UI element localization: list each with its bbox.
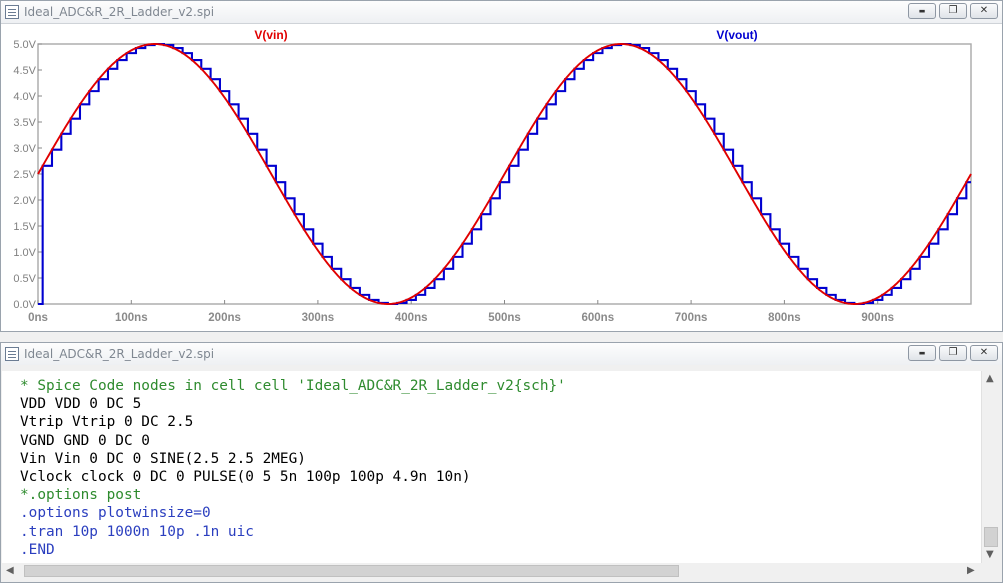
x-tick-label: 300ns [302, 312, 335, 324]
restore-button[interactable]: ❐ [939, 3, 967, 19]
horizontal-scroll-thumb[interactable] [24, 565, 679, 577]
y-tick-label: 3.0V [13, 143, 36, 155]
y-tick-label: 4.5V [13, 65, 36, 77]
vertical-scroll-thumb[interactable] [984, 527, 998, 547]
scroll-left-icon[interactable]: ◀ [6, 565, 14, 576]
y-tick-label: 0.0V [13, 299, 36, 311]
y-tick-label: 5.0V [13, 39, 36, 51]
restore-icon: ❐ [948, 5, 958, 16]
y-tick-label: 3.5V [13, 117, 36, 129]
code-line: .END [20, 541, 55, 558]
code-line: Vclock clock 0 DC 0 PULSE(0 5 5n 100p 10… [20, 468, 471, 485]
x-tick-label: 500ns [488, 312, 521, 324]
code-line: Vtrip Vtrip 0 DC 2.5 [20, 414, 194, 431]
code-line: .options plotwinsize=0 [20, 505, 211, 522]
legend-label[interactable]: V(vin) [254, 28, 287, 42]
waveform-chart[interactable]: 0.0V 0.5V 1.0V 1.5V 2.0V 2.5V 3.0V 3.5V 4.0V 4.5V… [1, 24, 1002, 332]
close-button[interactable]: ✕ [970, 345, 998, 361]
code-line: VGND GND 0 DC 0 [20, 432, 150, 449]
scroll-right-icon[interactable]: ▶ [967, 565, 975, 576]
plot-window-titlebar[interactable]: Ideal_ADC&R_2R_Ladder_v2.spi ▬ ❐ ✕ [1, 1, 1002, 23]
restore-icon: ❐ [948, 347, 958, 358]
spice-code-editor[interactable]: * Spice Code nodes in cell cell 'Ideal_A… [2, 371, 982, 563]
x-tick-label: 700ns [675, 312, 708, 324]
code-line: .tran 10p 1000n 10p .1n uic [20, 523, 254, 540]
code-window: Ideal_ADC&R_2R_Ladder_v2.spi ▬ ❐ ✕ * Spi… [0, 342, 1003, 583]
legend-label[interactable]: V(vout) [716, 28, 757, 42]
code-window-title: Ideal_ADC&R_2R_Ladder_v2.spi [24, 347, 215, 361]
y-tick-label: 1.5V [13, 221, 36, 233]
close-button[interactable]: ✕ [970, 3, 998, 19]
x-tick-label: 100ns [115, 312, 148, 324]
code-window-titlebar[interactable]: Ideal_ADC&R_2R_Ladder_v2.spi ▬ ❐ ✕ [1, 343, 1002, 365]
minimize-icon: ▬ [918, 6, 926, 15]
close-icon: ✕ [979, 5, 989, 16]
x-tick-label: 0ns [28, 312, 48, 324]
close-icon: ✕ [979, 347, 989, 358]
code-line: VDD VDD 0 DC 5 [20, 396, 142, 413]
waveform-file-icon [5, 5, 19, 19]
code-window-controls: ▬ ❐ ✕ [908, 345, 998, 361]
x-tick-label: 600ns [581, 312, 614, 324]
code-line: * Spice Code nodes in cell cell 'Ideal_A… [20, 378, 566, 394]
minimize-icon: ▬ [918, 348, 926, 357]
x-tick-label: 200ns [208, 312, 241, 324]
x-tick-label: 400ns [395, 312, 428, 324]
y-tick-label: 1.0V [13, 247, 36, 259]
scroll-up-icon[interactable]: ▲ [986, 373, 994, 384]
horizontal-scrollbar[interactable]: ◀ ▶ [2, 563, 982, 579]
code-line: *.options post [20, 487, 142, 504]
vertical-scrollbar[interactable]: ▲ ▼ [981, 371, 1000, 563]
plot-window-controls: ▬ ❐ ✕ [908, 3, 998, 19]
plot-window: Ideal_ADC&R_2R_Ladder_v2.spi ▬ ❐ ✕ 0.0V 0… [0, 0, 1003, 332]
minimize-button[interactable]: ▬ [908, 345, 936, 361]
scroll-down-icon[interactable]: ▼ [986, 549, 994, 560]
plot-area[interactable]: 0.0V 0.5V 1.0V 1.5V 2.0V 2.5V 3.0V 3.5V 4.0V 4.5V… [1, 23, 1002, 331]
y-tick-label: 0.5V [13, 273, 36, 285]
spice-file-icon [5, 347, 19, 361]
plot-window-title: Ideal_ADC&R_2R_Ladder_v2.spi [24, 5, 215, 19]
y-tick-label: 2.5V [13, 169, 36, 181]
code-line: Vin Vin 0 DC 0 SINE(2.5 2.5 2MEG) [20, 450, 306, 467]
x-tick-label: 800ns [768, 312, 801, 324]
y-tick-label: 4.0V [13, 91, 36, 103]
minimize-button[interactable]: ▬ [908, 3, 936, 19]
y-tick-label: 2.0V [13, 195, 36, 207]
x-tick-label: 900ns [861, 312, 894, 324]
restore-button[interactable]: ❐ [939, 345, 967, 361]
